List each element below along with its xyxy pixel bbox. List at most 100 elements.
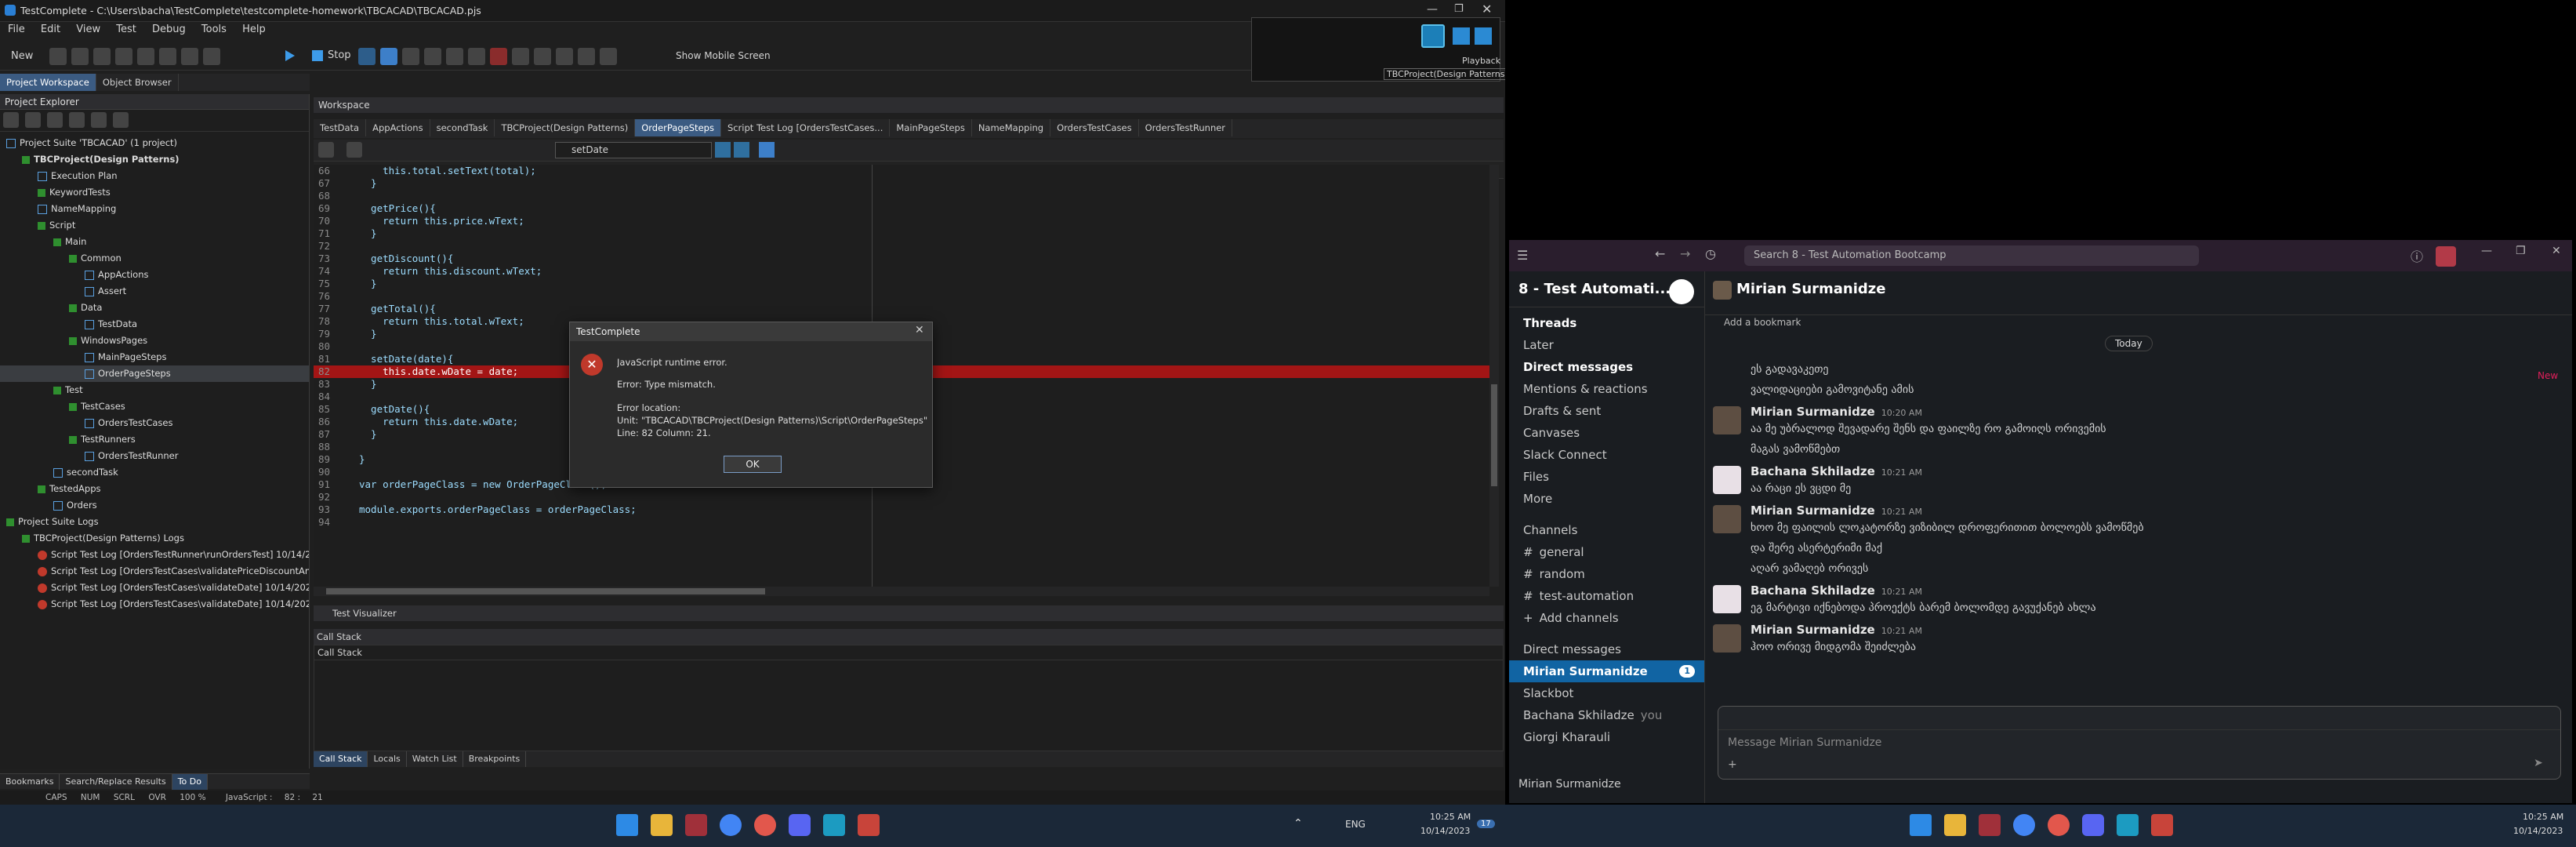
message-author[interactable]: Bachana Skhiladze xyxy=(1751,583,1875,598)
tree-item[interactable]: TBCProject(Design Patterns) xyxy=(0,151,309,168)
chrome-2-icon[interactable] xyxy=(754,814,776,836)
tab-todo[interactable]: To Do xyxy=(172,774,208,790)
app-orange-right-icon[interactable] xyxy=(2151,814,2173,836)
save-icon[interactable] xyxy=(71,48,89,65)
open-icon[interactable] xyxy=(49,48,67,65)
nav-mentions[interactable]: Mentions & reactions xyxy=(1509,378,1704,400)
menu-test[interactable]: Test xyxy=(116,24,136,35)
menu-file[interactable]: File xyxy=(8,24,25,35)
workspace-tab[interactable]: OrdersTestRunner xyxy=(1139,119,1233,136)
message[interactable]: Bachana Skhiladze 10:21 AM ეგ მარტივი იქნე… xyxy=(1713,583,2552,618)
step-out-icon[interactable] xyxy=(446,48,463,65)
message-author[interactable]: Mirian Surmanidze xyxy=(1751,503,1875,518)
user-avatar[interactable] xyxy=(2436,246,2456,267)
dm-header[interactable]: Direct messages xyxy=(1509,638,1704,660)
start-icon[interactable] xyxy=(616,814,638,836)
undo-icon[interactable] xyxy=(115,48,132,65)
tab-watchlist[interactable]: Watch List xyxy=(407,751,463,767)
tree-item[interactable]: secondTask xyxy=(0,464,309,481)
explorer-tool-5-icon[interactable] xyxy=(91,112,107,128)
tab-bookmarks[interactable]: Bookmarks xyxy=(0,774,60,790)
dm-bachana[interactable]: Bachana Skhiladze you xyxy=(1509,704,1704,726)
app-red-right-icon[interactable] xyxy=(1979,814,2001,836)
tree-item[interactable]: KeywordTests xyxy=(0,184,309,201)
dm-giorgi[interactable]: Giorgi Kharauli xyxy=(1509,726,1704,748)
tray-chevron-icon[interactable]: ⌃ xyxy=(1293,817,1303,830)
message[interactable]: Bachana Skhiladze 10:21 AM აა რაცი ეს ვცდი… xyxy=(1713,464,2552,499)
tab-search-replace[interactable]: Search/Replace Results xyxy=(60,774,172,790)
tree-item[interactable]: OrdersTestRunner xyxy=(0,448,309,464)
tab-callstack[interactable]: Call Stack xyxy=(314,751,368,767)
nav-files[interactable]: Files xyxy=(1509,466,1704,488)
tree-item[interactable]: TBCProject(Design Patterns) Logs xyxy=(0,530,309,547)
start-right-icon[interactable] xyxy=(1910,814,1932,836)
disable-breakpoint-icon[interactable] xyxy=(490,48,507,65)
slack-maximize-icon[interactable]: ❐ xyxy=(2516,245,2526,257)
tree-item[interactable]: Project Suite Logs xyxy=(0,514,309,530)
spy-icon[interactable] xyxy=(512,48,529,65)
channels-header[interactable]: Channels xyxy=(1509,519,1704,541)
editor-vscrollbar[interactable] xyxy=(1489,165,1499,587)
chrome-right-icon[interactable] xyxy=(2013,814,2035,836)
avatar[interactable] xyxy=(1713,406,1741,434)
discord-icon[interactable] xyxy=(789,814,811,836)
step-into-icon[interactable] xyxy=(402,48,419,65)
tree-item[interactable]: Common xyxy=(0,250,309,267)
tree-item[interactable]: Orders xyxy=(0,497,309,514)
message[interactable]: Mirian Surmanidze 10:21 AM ჰოო ორივე მიდგო… xyxy=(1713,623,2552,657)
nav-slack-connect[interactable]: Slack Connect xyxy=(1509,444,1704,466)
message[interactable]: Mirian Surmanidze 10:20 AM აა მე უბრალოდ შ… xyxy=(1713,405,2552,460)
tree-item[interactable]: Main xyxy=(0,234,309,250)
tree-item[interactable]: Script xyxy=(0,217,309,234)
message-time[interactable]: 10:20 AM xyxy=(1881,408,1922,418)
channel-general[interactable]: # general xyxy=(1509,541,1704,563)
app-red-icon[interactable] xyxy=(685,814,707,836)
message-time[interactable]: 10:21 AM xyxy=(1881,626,1922,636)
message[interactable]: Mirian Surmanidze 10:21 AM ხოო მე ფაილის ლ… xyxy=(1713,503,2552,579)
pause-playback-icon[interactable] xyxy=(1453,27,1470,45)
explorer-tool-4-icon[interactable] xyxy=(69,112,85,128)
tree-item[interactable]: Execution Plan xyxy=(0,168,309,184)
workspace-tab[interactable]: NameMapping xyxy=(972,119,1051,136)
spy-4-icon[interactable] xyxy=(578,48,595,65)
help-icon[interactable]: ⓘ xyxy=(2411,246,2423,265)
tree-item[interactable]: WindowsPages xyxy=(0,333,309,349)
forward-icon[interactable]: → xyxy=(1680,246,1690,261)
tree-item[interactable]: OrdersTestCases xyxy=(0,415,309,431)
cut-icon[interactable] xyxy=(159,48,176,65)
channel-title[interactable]: Mirian Surmanidze xyxy=(1736,281,1885,297)
editor-tool-4-icon[interactable] xyxy=(734,142,749,158)
tree-item[interactable]: TestCases xyxy=(0,398,309,415)
close-icon[interactable]: ✕ xyxy=(1482,2,1492,16)
workspace-tab[interactable]: MainPageSteps xyxy=(890,119,972,136)
workspace-tab[interactable]: OrdersTestCases xyxy=(1050,119,1139,136)
tree-item[interactable]: NameMapping xyxy=(0,201,309,217)
tray-date[interactable]: 10/14/2023 xyxy=(1420,826,1470,836)
menu-help[interactable]: Help xyxy=(242,24,266,35)
nav-later[interactable]: Later xyxy=(1509,334,1704,356)
dialog-ok-button[interactable]: OK xyxy=(724,456,782,473)
channel-random[interactable]: # random xyxy=(1509,563,1704,585)
test-visualizer-bar[interactable]: Test Visualizer xyxy=(314,605,1504,621)
message-time[interactable]: 10:21 AM xyxy=(1881,587,1922,597)
message-time[interactable]: 10:21 AM xyxy=(1881,507,1922,517)
stop-playback-icon[interactable] xyxy=(1475,27,1492,45)
workspace-tab[interactable]: OrderPageSteps xyxy=(635,119,721,136)
pause-icon[interactable] xyxy=(358,48,376,65)
tree-item[interactable]: AppActions xyxy=(0,267,309,283)
tree-item[interactable]: TestRunners xyxy=(0,431,309,448)
attach-plus-icon[interactable]: + xyxy=(1728,758,1737,771)
tab-project-workspace[interactable]: Project Workspace xyxy=(0,74,96,91)
message-author[interactable]: Mirian Surmanidze xyxy=(1751,405,1875,419)
explorer-right-icon[interactable] xyxy=(1944,814,1966,836)
dm-slackbot[interactable]: Slackbot xyxy=(1509,682,1704,704)
message-time[interactable]: 10:21 AM xyxy=(1881,467,1922,478)
workspace-tab[interactable]: TBCProject(Design Patterns) xyxy=(495,119,636,136)
workspace-tab[interactable]: AppActions xyxy=(366,119,430,136)
nav-canvases[interactable]: Canvases xyxy=(1509,422,1704,444)
channel-test-automation[interactable]: # test-automation xyxy=(1509,585,1704,607)
avatar[interactable] xyxy=(1713,466,1741,494)
tray-language[interactable]: ENG xyxy=(1345,819,1366,830)
hamburger-icon[interactable]: ☰ xyxy=(1517,248,1528,263)
menu-edit[interactable]: Edit xyxy=(41,24,60,35)
